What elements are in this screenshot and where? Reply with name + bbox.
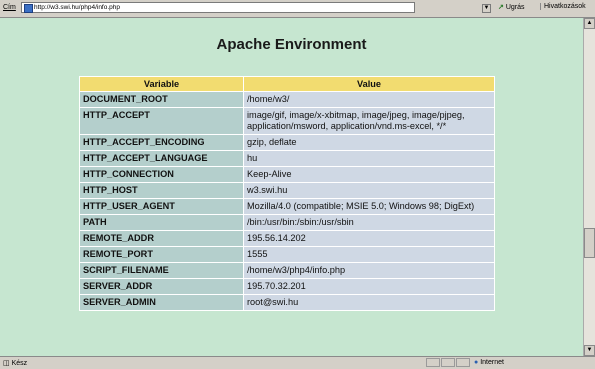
table-row: SCRIPT_FILENAME /home/w3/php4/info.php [79,262,495,279]
value-cell: /home/w3/ [243,91,495,108]
status-pane [441,358,455,367]
address-input[interactable]: http://w3.swi.hu/php4/info.php [21,2,415,13]
table-row: HTTP_CONNECTION Keep-Alive [79,166,495,183]
links-label: Hivatkozások [544,3,586,10]
page-title: Apache Environment [216,36,367,53]
variable-cell: SERVER_ADMIN [79,294,244,311]
address-url: http://w3.swi.hu/php4/info.php [34,4,121,11]
variable-cell: HTTP_ACCEPT [79,107,244,135]
status-text: ◫ Kész [3,360,28,367]
table-row: HTTP_HOST w3.swi.hu [79,182,495,199]
variable-cell: REMOTE_ADDR [79,230,244,247]
address-dropdown-button[interactable]: ▼ [482,4,491,13]
column-header-variable: Variable [79,76,244,92]
status-bar: ◫ Kész ● Internet [0,356,595,369]
scroll-down-button[interactable]: ▼ [584,345,595,356]
variable-cell: SERVER_ADDR [79,278,244,295]
security-zone: ● Internet [474,359,504,366]
value-cell: /home/w3/php4/info.php [243,262,495,279]
variable-cell: HTTP_CONNECTION [79,166,244,183]
page-status-icon: ◫ [3,360,10,367]
table-row: REMOTE_ADDR 195.56.14.202 [79,230,495,247]
variable-cell: DOCUMENT_ROOT [79,91,244,108]
address-bar: Cím http://w3.swi.hu/php4/info.php ▼ ↗ U… [0,0,595,18]
table-row: REMOTE_PORT 1555 [79,246,495,263]
value-cell: Keep-Alive [243,166,495,183]
table-header-row: Variable Value [79,76,495,92]
value-cell: root@swi.hu [243,294,495,311]
page-content: Apache Environment Variable Value DOCUME… [0,18,583,356]
environment-table: Variable Value DOCUMENT_ROOT /home/w3/ H… [79,76,495,311]
value-cell: w3.swi.hu [243,182,495,199]
page-icon [24,4,33,13]
value-cell: gzip, deflate [243,134,495,151]
value-cell: 1555 [243,246,495,263]
vertical-scrollbar[interactable]: ▲ ▼ [583,18,595,356]
value-cell: /bin:/usr/bin:/sbin:/usr/sbin [243,214,495,231]
go-arrow-icon: ↗ [498,4,504,11]
value-cell: 195.56.14.202 [243,230,495,247]
zone-label: Internet [480,359,504,366]
address-label: Cím [3,4,16,11]
globe-icon: ● [474,359,479,366]
links-button[interactable]: Hivatkozások [540,3,586,10]
variable-cell: SCRIPT_FILENAME [79,262,244,279]
table-row: PATH /bin:/usr/bin:/sbin:/usr/sbin [79,214,495,231]
status-pane [456,358,470,367]
table-row: SERVER_ADDR 195.70.32.201 [79,278,495,295]
scroll-thumb[interactable] [584,228,595,258]
chevron-up-icon: ▲ [586,20,593,26]
variable-cell: PATH [79,214,244,231]
table-row: SERVER_ADMIN root@swi.hu [79,294,495,311]
scroll-up-button[interactable]: ▲ [584,18,595,29]
variable-cell: REMOTE_PORT [79,246,244,263]
table-row: HTTP_ACCEPT_ENCODING gzip, deflate [79,134,495,151]
value-cell: Mozilla/4.0 (compatible; MSIE 5.0; Windo… [243,198,495,215]
variable-cell: HTTP_USER_AGENT [79,198,244,215]
value-cell: image/gif, image/x-xbitmap, image/jpeg, … [243,107,495,135]
go-button[interactable]: ↗ Ugrás [498,3,525,11]
status-pane [426,358,440,367]
chevron-down-icon: ▼ [586,347,593,353]
variable-cell: HTTP_ACCEPT_LANGUAGE [79,150,244,167]
variable-cell: HTTP_ACCEPT_ENCODING [79,134,244,151]
table-row: HTTP_ACCEPT_LANGUAGE hu [79,150,495,167]
table-row: DOCUMENT_ROOT /home/w3/ [79,91,495,108]
table-row: HTTP_ACCEPT image/gif, image/x-xbitmap, … [79,107,495,135]
chevron-down-icon: ▼ [483,5,490,11]
variable-cell: HTTP_HOST [79,182,244,199]
column-header-value: Value [243,76,495,92]
value-cell: 195.70.32.201 [243,278,495,295]
go-label: Ugrás [505,4,525,11]
table-row: HTTP_USER_AGENT Mozilla/4.0 (compatible;… [79,198,495,215]
value-cell: hu [243,150,495,167]
